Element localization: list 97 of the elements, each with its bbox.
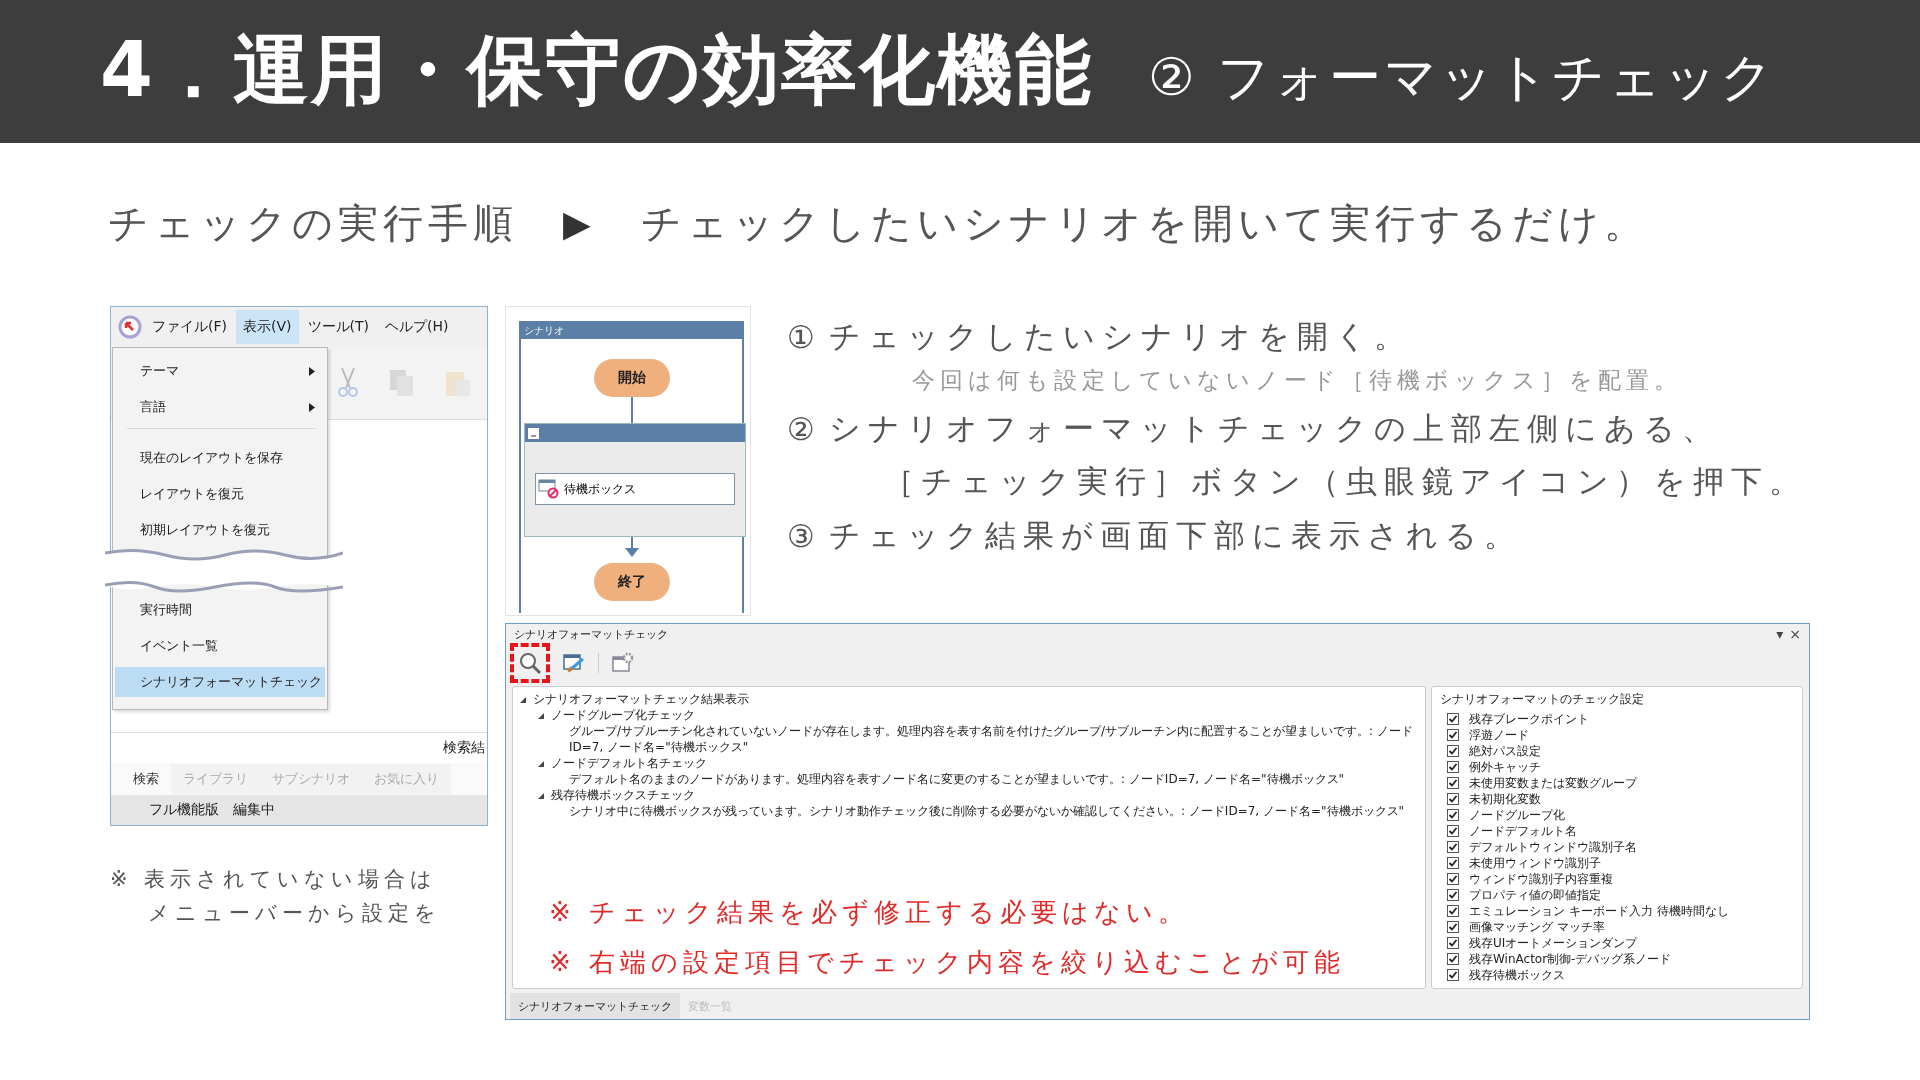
slide-title: 4．運用・保守の効率化機能 (100, 24, 1093, 116)
checkbox[interactable] (1447, 857, 1459, 869)
checkbox-label: デフォルトウィンドウ識別子名 (1469, 838, 1637, 856)
submenu-arrow-icon (309, 402, 315, 412)
check-message: デフォルト名のままのノードがあります。処理内容を表すノード名に変更のすることが望ましいです。: ノードID=7, ノード名="待機ボックス" (569, 771, 1345, 787)
panel-title: シナリオフォーマットチェック (514, 626, 668, 642)
menu-item[interactable]: シナリオフォーマットチェック (115, 667, 325, 697)
settings-title: シナリオフォーマットのチェック設定 (1440, 691, 1645, 708)
menu-item[interactable]: 実行時間 (115, 595, 325, 625)
checkbox-label: 未初期化変数 (1469, 790, 1541, 808)
blocked-window-icon (538, 479, 560, 499)
window-gear-icon[interactable] (611, 651, 635, 675)
menu-bar-item[interactable]: ファイル(F) (145, 310, 234, 344)
menu-item[interactable]: 初期レイアウトを復元 (115, 515, 325, 545)
menu-item[interactable]: テーマ (115, 356, 325, 386)
checkbox-label: 絶対パス設定 (1469, 742, 1541, 760)
step-number: ③ (787, 518, 815, 554)
checkbox-label: プロパティ値の即値指定 (1469, 886, 1601, 904)
end-node: 終了 (593, 563, 670, 601)
note-text: ※ 表示されていない場合は (110, 866, 439, 893)
status-text: フル機能版 (149, 801, 219, 819)
submenu-arrow-icon (309, 366, 315, 376)
checkbox[interactable] (1447, 793, 1459, 805)
frame-title: シナリオ (521, 323, 742, 339)
step-number: ① (787, 319, 815, 355)
lead-text: チェックしたいシナリオを開いて実行するだけ。 (640, 198, 1649, 248)
expand-icon[interactable] (537, 712, 545, 720)
checkbox-label: 未使用ウィンドウ識別子 (1469, 854, 1601, 872)
checkbox-label: ノードグループ化 (1469, 806, 1565, 824)
checkbox[interactable] (1447, 921, 1459, 933)
checkbox-label: 未使用変数または変数グループ (1469, 774, 1637, 792)
checkbox-label: 残存WinActor制御-デバッグ系ノード (1469, 950, 1672, 968)
logo-icon[interactable] (117, 314, 143, 340)
check-message: シナリオ中に待機ボックスが残っています。シナリオ動作チェック後に削除する必要がないか確認してください。: ノードID=7, ノード名="待機ボックス" (569, 803, 1405, 819)
tree-node[interactable]: 残存待機ボックスチェック (551, 787, 695, 803)
step-text: シナリオフォーマットチェックの上部左側にある、 (828, 409, 1720, 448)
checkbox[interactable] (1447, 873, 1459, 885)
menu-bar-item[interactable]: 表示(V) (236, 310, 299, 344)
search-icon[interactable] (518, 651, 542, 675)
check-message: グループ/サブルーチン化されていないノードが存在します。処理内容を表す名前を付けたグループ/サブルーチン内に配置することが望ましいです。: ノードID=7, ノード名="待機ボックス" (569, 723, 1414, 755)
node-label: 待機ボックス (564, 480, 636, 498)
connector-arrow (624, 537, 639, 559)
checkbox-label: ウィンドウ識別子内容重複 (1469, 870, 1613, 888)
checkbox[interactable] (1447, 809, 1459, 821)
checkbox[interactable] (1447, 905, 1459, 917)
note-text: メニューバーから設定を (147, 900, 442, 927)
checkbox-label: 残存ブレークポイント (1469, 710, 1589, 728)
dropdown-control[interactable]: ▾ (1776, 626, 1784, 642)
tree-node[interactable]: ノードデフォルト名チェック (551, 755, 707, 771)
checkbox-label: 画像マッチング マッチ率 (1469, 918, 1605, 936)
checkbox-label: ノードデフォルト名 (1469, 822, 1577, 840)
menu-item[interactable]: 現在のレイアウトを保存 (115, 443, 325, 473)
arrow-glyph: ▶ (563, 202, 596, 244)
checkbox[interactable] (1447, 745, 1459, 757)
menu-item[interactable]: レイアウトを復元 (115, 479, 325, 509)
checkbox[interactable] (1447, 713, 1459, 725)
step-text: チェックしたいシナリオを開く。 (828, 317, 1412, 356)
tool-button[interactable] (510, 643, 550, 683)
tree-node[interactable]: ノードグループ化チェック (551, 707, 695, 723)
lead-label: チェックの実行手順 (108, 198, 518, 248)
checkbox[interactable] (1447, 889, 1459, 901)
panel-tab[interactable]: シナリオフォーマットチェック (510, 993, 680, 1019)
status-text: 編集中 (233, 801, 275, 819)
step-text: ［チェック実行］ボタン（虫眼鏡アイコン）を押下。 (882, 462, 1807, 501)
checkbox-label: 浮遊ノード (1469, 726, 1529, 744)
step-text: チェック結果が画面下部に表示される。 (828, 516, 1522, 555)
start-node: 開始 (593, 359, 670, 397)
wait-box-node[interactable]: 待機ボックス (535, 473, 735, 505)
checkbox-label: エミュレーション キーボード入力 待機時間なし (1469, 902, 1729, 920)
step-number: ② (787, 411, 815, 447)
checkbox-label: 残存UIオートメーションダンプ (1469, 934, 1638, 952)
callout-text: ※ チェック結果を必ず修正する必要はない。 (548, 896, 1191, 929)
window-brush-icon[interactable] (562, 651, 586, 675)
expand-icon[interactable] (537, 760, 545, 768)
step-note: 今回は何も設定していないノード［待機ボックス］を配置。 (911, 366, 1683, 395)
callout-text: ※ 右端の設定項目でチェック内容を絞り込むことが可能 (548, 946, 1347, 979)
checkbox-label: 例外キャッチ (1469, 758, 1541, 776)
expand-icon[interactable] (537, 792, 545, 800)
checkbox[interactable] (1447, 953, 1459, 965)
checkbox[interactable] (1447, 937, 1459, 949)
checkbox[interactable] (1447, 825, 1459, 837)
close-control[interactable]: × (1789, 626, 1801, 642)
checkbox[interactable] (1447, 777, 1459, 789)
menu-item[interactable]: イベント一覧 (115, 631, 325, 661)
collapse-icon[interactable] (528, 427, 539, 439)
expand-icon[interactable] (519, 696, 527, 704)
checkbox[interactable] (1447, 841, 1459, 853)
menu-bar-item[interactable]: ツール(T) (300, 310, 376, 344)
panel-label: 検索結 (443, 739, 485, 757)
checkbox[interactable] (1447, 761, 1459, 773)
checkbox-label: 残存待機ボックス (1469, 966, 1565, 984)
checkbox[interactable] (1447, 729, 1459, 741)
tree-node[interactable]: シナリオフォーマットチェック結果表示 (533, 691, 749, 707)
checkbox[interactable] (1447, 969, 1459, 981)
menu-bar-item[interactable]: ヘルプ(H) (378, 310, 456, 344)
slide-subtitle: ② フォーマットチェック (1147, 45, 1777, 109)
menu-item[interactable]: 言語 (115, 392, 325, 422)
